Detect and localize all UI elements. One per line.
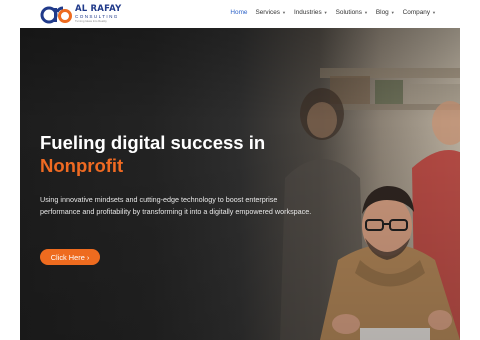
chevron-down-icon: ▼ — [281, 10, 286, 15]
nav-item-company[interactable]: Company ▼ — [403, 9, 436, 16]
nav-item-solutions[interactable]: Solutions ▼ — [336, 9, 368, 16]
logo-text: AL RAFAY CONSULTING Turning Ideas Into R… — [75, 5, 121, 23]
nav-label: Services — [255, 9, 280, 16]
brand-tagline: Turning Ideas Into Reality — [75, 19, 107, 24]
logo-mark-icon — [40, 3, 72, 25]
chevron-down-icon: ▼ — [323, 10, 328, 15]
nav-label: Blog — [375, 9, 389, 16]
chevron-right-icon: › — [86, 252, 90, 262]
nav-label: Industries — [293, 9, 322, 16]
headline-accent: Nonprofit — [40, 155, 124, 176]
headline-text: Fueling digital success in — [40, 132, 266, 153]
nav-item-services[interactable]: Services ▼ — [255, 9, 285, 16]
nav-label: Solutions — [335, 9, 362, 16]
hero-banner: Fueling digital success in Nonprofit Usi… — [20, 28, 460, 340]
nav-item-blog[interactable]: Blog ▼ — [376, 9, 395, 16]
brand-logo[interactable]: AL RAFAY CONSULTING Turning Ideas Into R… — [40, 3, 121, 25]
nav-label: Home — [230, 9, 248, 16]
cta-label: Click Here — [50, 252, 85, 262]
hero-description: Using innovative mindsets and cutting-ed… — [40, 195, 312, 216]
chevron-down-icon: ▼ — [390, 10, 395, 15]
nav-item-industries[interactable]: Industries ▼ — [294, 9, 328, 16]
hero-overlay — [20, 28, 460, 340]
brand-name: AL RAFAY — [75, 4, 122, 15]
chevron-down-icon: ▼ — [363, 10, 368, 15]
chevron-down-icon: ▼ — [432, 10, 436, 15]
hero-headline: Fueling digital success in Nonprofit — [40, 131, 340, 177]
main-nav: Home Services ▼ Industries ▼ Solutions ▼… — [230, 9, 436, 16]
site-header: AL RAFAY CONSULTING Turning Ideas Into R… — [0, 0, 480, 28]
click-here-button[interactable]: Click Here › — [40, 249, 100, 265]
nav-item-home[interactable]: Home — [230, 9, 247, 16]
nav-label: Company — [402, 9, 431, 16]
